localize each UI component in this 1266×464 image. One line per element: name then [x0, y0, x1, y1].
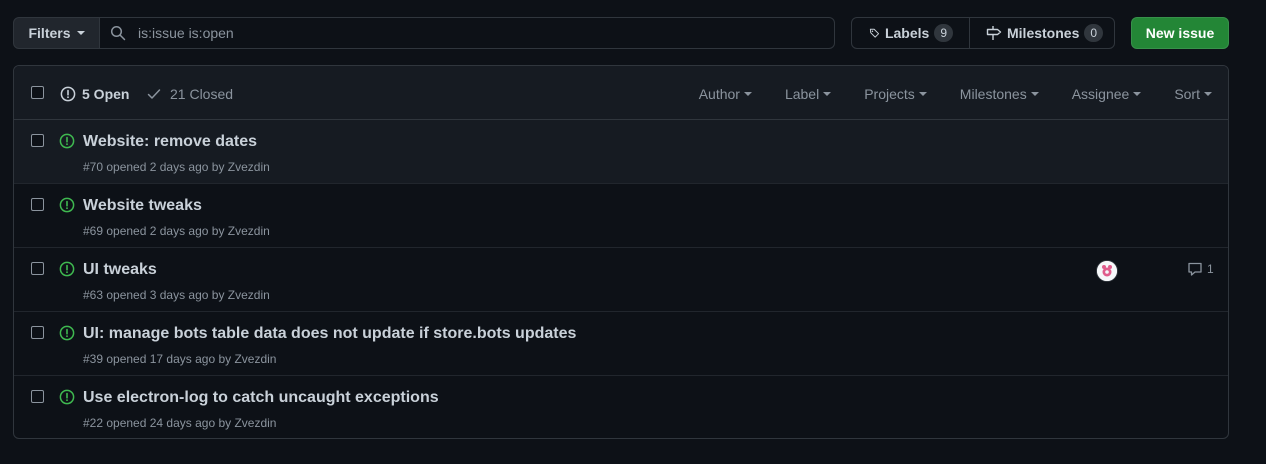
author-filter[interactable]: Author	[699, 86, 752, 102]
issues-list: 5 Open 21 Closed Author Label Projects M…	[13, 65, 1229, 439]
new-issue-button[interactable]: New issue	[1131, 17, 1229, 49]
chevron-down-icon	[1030, 92, 1039, 96]
milestone-icon	[986, 26, 1002, 40]
closed-count-label: 21 Closed	[170, 86, 234, 102]
milestones-count: 0	[1084, 24, 1104, 42]
comments-count: 1	[1207, 262, 1214, 276]
closed-issues-tab[interactable]: 21 Closed	[146, 86, 233, 102]
issue-meta: #39 opened 17 days ago by Zvezdin	[83, 352, 277, 366]
assignee-filter[interactable]: Assignee	[1072, 86, 1142, 102]
chevron-down-icon	[743, 92, 752, 96]
milestones-filter-label: Milestones	[959, 86, 1027, 102]
labels-button[interactable]: Labels 9	[852, 18, 969, 48]
chevron-down-icon	[1204, 92, 1212, 96]
chevron-down-icon	[918, 92, 927, 96]
select-all-checkbox[interactable]	[31, 86, 44, 99]
chevron-down-icon	[823, 92, 832, 96]
assignee-avatar[interactable]	[1096, 260, 1118, 282]
issue-opened-icon	[59, 261, 75, 277]
list-filters: Author Label Projects Milestones Assigne…	[699, 86, 1212, 102]
issues-list-header: 5 Open 21 Closed Author Label Projects M…	[14, 66, 1228, 120]
issue-opened-icon	[60, 86, 76, 102]
search-icon	[110, 25, 126, 41]
milestones-filter[interactable]: Milestones	[960, 86, 1039, 102]
author-filter-label: Author	[698, 86, 740, 102]
filters-button[interactable]: Filters	[13, 17, 100, 49]
labels-milestones-group: Labels 9 Milestones 0	[851, 17, 1115, 49]
issue-checkbox[interactable]	[31, 198, 44, 211]
issue-title-link[interactable]: UI: manage bots table data does not upda…	[83, 325, 576, 343]
issue-title-link[interactable]: Use electron-log to catch uncaught excep…	[83, 389, 439, 407]
issue-row[interactable]: Website: remove dates #70 opened 2 days …	[14, 120, 1228, 184]
assignee-filter-label: Assignee	[1071, 86, 1130, 102]
issue-checkbox[interactable]	[31, 326, 44, 339]
label-filter[interactable]: Label	[784, 86, 832, 102]
issue-checkbox[interactable]	[31, 262, 44, 275]
milestones-label: Milestones	[1007, 25, 1080, 41]
projects-filter-label: Projects	[864, 86, 915, 102]
sort-filter[interactable]: Sort	[1174, 86, 1212, 102]
avatar-identicon	[1097, 261, 1117, 281]
issue-opened-icon	[59, 197, 75, 213]
issue-checkbox[interactable]	[31, 390, 44, 403]
tag-icon	[869, 28, 880, 38]
open-count-label: 5 Open	[82, 86, 130, 102]
issue-opened-icon	[59, 325, 75, 341]
label-filter-label: Label	[784, 86, 820, 102]
issue-opened-icon	[59, 389, 75, 405]
filters-label: Filters	[28, 25, 71, 41]
issue-opened-icon	[59, 133, 75, 149]
issues-toolbar: Filters Labels 9 Milestones 0 Ne	[13, 17, 1229, 49]
issue-meta: #63 opened 3 days ago by Zvezdin	[83, 288, 270, 302]
sort-filter-label: Sort	[1174, 86, 1200, 102]
milestones-button[interactable]: Milestones 0	[969, 18, 1119, 48]
issue-title-link[interactable]: Website: remove dates	[83, 133, 257, 151]
issue-row[interactable]: UI: manage bots table data does not upda…	[14, 312, 1228, 376]
issue-meta: #70 opened 2 days ago by Zvezdin	[83, 160, 270, 174]
issue-meta: #22 opened 24 days ago by Zvezdin	[83, 416, 277, 430]
search-field[interactable]	[100, 17, 835, 49]
issue-meta: #69 opened 2 days ago by Zvezdin	[83, 224, 270, 238]
open-issues-tab[interactable]: 5 Open	[60, 86, 129, 102]
search-input[interactable]	[136, 24, 790, 42]
comment-icon	[1188, 262, 1202, 276]
projects-filter[interactable]: Projects	[864, 86, 927, 102]
chevron-down-icon	[76, 31, 85, 35]
chevron-down-icon	[1133, 92, 1142, 96]
issue-row[interactable]: Website tweaks #69 opened 2 days ago by …	[14, 184, 1228, 248]
issue-title-link[interactable]: Website tweaks	[83, 197, 202, 215]
comments-link[interactable]: 1	[1187, 261, 1214, 277]
issue-title-link[interactable]: UI tweaks	[83, 261, 157, 279]
issue-checkbox[interactable]	[31, 134, 44, 147]
issue-row[interactable]: UI tweaks #63 opened 3 days ago by Zvezd…	[14, 248, 1228, 312]
issue-row[interactable]: Use electron-log to catch uncaught excep…	[14, 376, 1228, 438]
labels-count: 9	[934, 24, 953, 42]
check-icon	[147, 89, 161, 99]
labels-label: Labels	[884, 25, 930, 41]
